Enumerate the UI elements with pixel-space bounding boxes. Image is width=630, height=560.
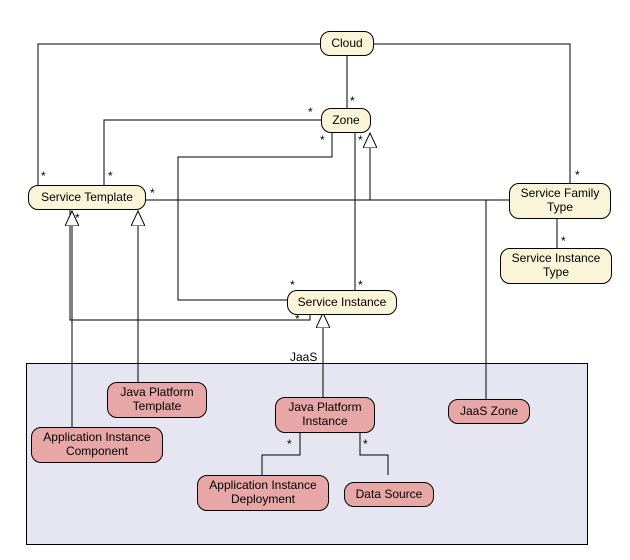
- node-cloud: Cloud: [320, 31, 374, 56]
- diagram-canvas: JaaS: [0, 0, 630, 560]
- mult: *: [108, 169, 113, 183]
- node-label: Service Instance Type: [512, 252, 601, 280]
- mult: *: [150, 186, 155, 200]
- node-label: Java Platform Instance: [288, 401, 361, 429]
- mult: *: [320, 133, 325, 147]
- mult: *: [350, 94, 355, 108]
- node-service-instance: Service Instance: [287, 290, 397, 315]
- node-label: Data Source: [356, 488, 423, 502]
- mult: *: [75, 211, 80, 225]
- node-label: JaaS Zone: [460, 405, 518, 419]
- node-label: Service Instance: [298, 296, 387, 310]
- node-service-instance-type: Service Instance Type: [500, 248, 612, 284]
- node-label: Service Template: [41, 191, 133, 205]
- node-java-platform-instance: Java Platform Instance: [275, 397, 375, 433]
- node-label: Application Instance Deployment: [209, 479, 316, 507]
- node-label: Application Instance Component: [43, 431, 150, 459]
- node-java-platform-template: Java Platform Template: [107, 382, 207, 418]
- node-application-instance-component: Application Instance Component: [31, 427, 163, 463]
- node-service-family-type: Service Family Type: [509, 183, 611, 219]
- node-label: Service Family Type: [521, 187, 600, 215]
- node-label: Cloud: [331, 37, 362, 51]
- mult: *: [287, 437, 292, 451]
- mult: *: [308, 105, 313, 119]
- node-label: Java Platform Template: [120, 386, 193, 414]
- node-application-instance-deployment: Application Instance Deployment: [197, 475, 329, 511]
- mult: *: [575, 168, 580, 182]
- node-service-template: Service Template: [28, 185, 146, 210]
- mult: *: [363, 437, 368, 451]
- jaas-container-label: JaaS: [290, 350, 317, 364]
- node-data-source: Data Source: [344, 482, 434, 507]
- node-jaas-zone: JaaS Zone: [448, 399, 530, 424]
- mult: *: [561, 234, 566, 248]
- mult: *: [358, 133, 363, 147]
- node-zone: Zone: [321, 108, 371, 133]
- node-label: Zone: [332, 114, 359, 128]
- mult: *: [41, 169, 46, 183]
